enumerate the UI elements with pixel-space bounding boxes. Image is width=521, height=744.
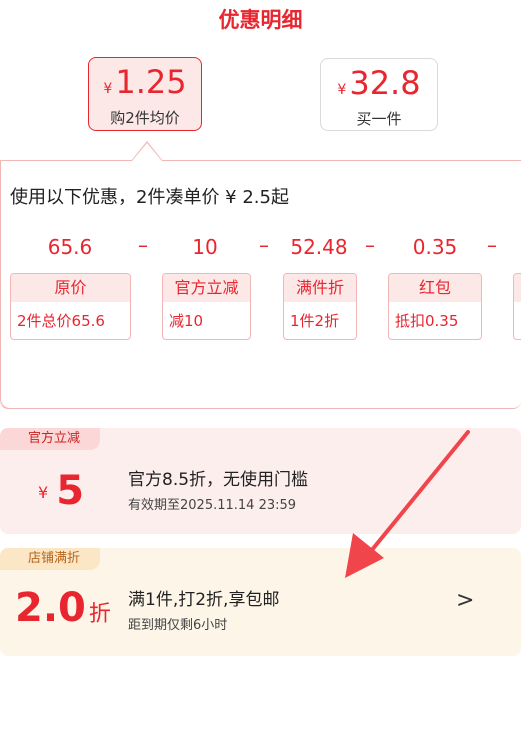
annotation-arrow-icon — [345, 430, 470, 578]
